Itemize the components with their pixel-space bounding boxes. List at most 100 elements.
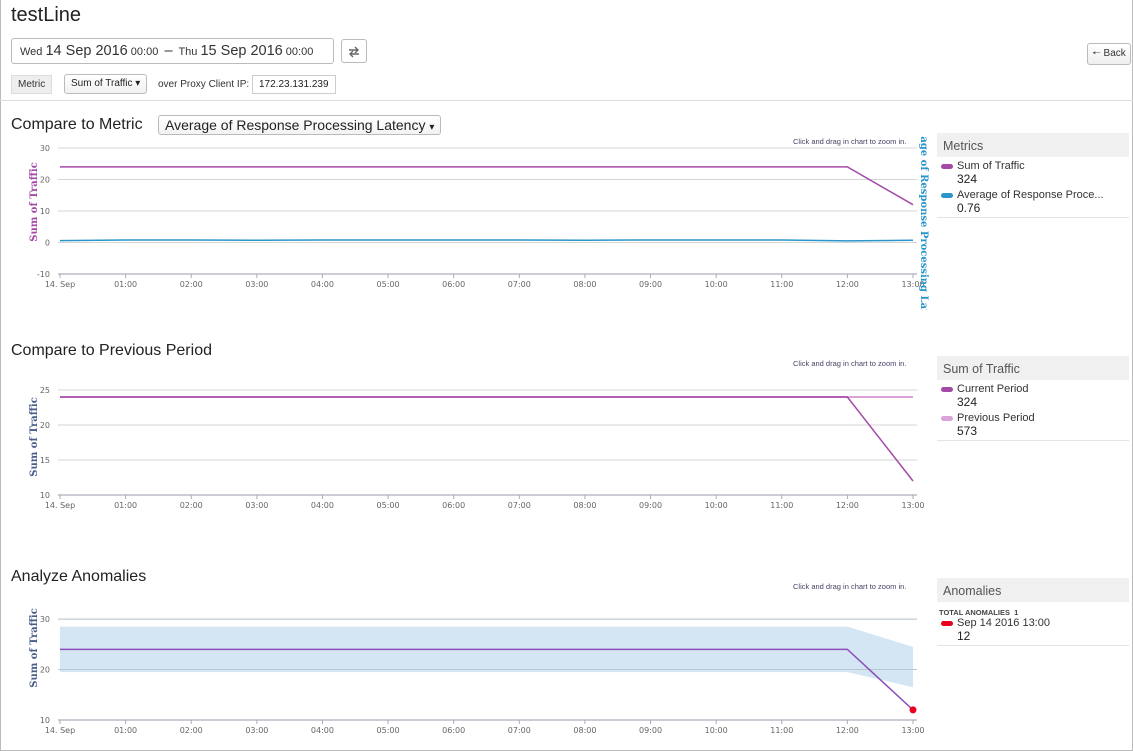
swap-button[interactable] [341,39,367,63]
legend-item-previous-period[interactable]: Previous Period 573 [937,412,1129,438]
x-tick-label: 06:00 [442,726,465,735]
date-from-day: Wed [20,46,43,58]
x-tick-label: 08:00 [573,726,596,735]
x-tick-label: 06:00 [442,280,465,289]
legend-item-value: 324 [957,395,978,409]
back-button[interactable]: 🠔 Back [1087,43,1131,65]
y-tick-label: 10 [40,207,50,216]
metrics-legend: Metrics Sum of Traffic 324 Average of Re… [937,133,1129,218]
date-from-time: 00:00 [130,46,159,58]
total-anomalies-label: TOTAL ANOMALIES [939,608,1010,617]
y-tick-label: 30 [40,615,50,624]
date-to-time: 00:00 [285,46,314,58]
date-to: 15 Sep 2016 [200,43,283,59]
legend-item-label: Average of Response Proce... [957,189,1104,201]
x-tick-label: 02:00 [180,501,203,510]
date-separator: – [164,43,173,59]
x-tick-label: 07:00 [508,726,531,735]
y-tick-label: 20 [40,176,50,185]
x-tick-label: 10:00 [705,280,728,289]
y-tick-label: 10 [40,491,50,500]
back-arrow-icon: 🠔 [1092,48,1101,59]
y-tick-label: 20 [40,421,50,430]
x-tick-label: 01:00 [114,280,137,289]
y-axis-label: Sum of Traffic [29,608,40,688]
x-tick-label: 03:00 [245,501,268,510]
legend-item-value: 324 [957,172,978,186]
y-tick-label: 25 [40,386,50,395]
x-tick-label: 08:00 [573,501,596,510]
legend-swatch [941,193,953,198]
x-tick-label: 11:00 [770,501,793,510]
x-tick-label: 03:00 [245,726,268,735]
compare-metric-chart[interactable]: -10 0 10 20 30 14. Sep 01:00 02:00 03:00 04:00 05:… [0,130,930,310]
legend-item-label: Previous Period [957,412,1035,424]
series-line-current-period [60,396,914,482]
back-label: Back [1103,48,1126,59]
total-anomalies: TOTAL ANOMALIES 1 [939,608,1129,617]
x-tick-label: 11:00 [770,280,793,289]
legend-swatch [941,416,953,421]
legend-item-value: 12 [957,629,971,643]
x-tick-label: 02:00 [180,280,203,289]
date-range-picker[interactable]: Wed 14 Sep 2016 00:00 – Thu 15 Sep 2016 … [11,38,334,64]
x-tick-label: 01:00 [114,501,137,510]
legend-item-sum-of-traffic[interactable]: Sum of Traffic 324 [937,160,1129,186]
metric-label: Metric [11,75,53,94]
x-tick-label: 05:00 [377,280,400,289]
total-anomalies-count: 1 [1014,608,1019,617]
x-tick-label: 13:00 [901,726,924,735]
swap-icon [349,46,359,58]
legend-swatch [941,164,953,169]
x-tick-label: 04:00 [311,280,334,289]
x-tick-label: 11:00 [770,726,793,735]
legend-divider [937,217,1129,218]
series-line-average-of-response-processing-latency [59,239,914,242]
x-tick-label: 04:00 [311,726,334,735]
x-tick-label: 13:00 [901,501,924,510]
anomaly-point [909,706,917,714]
x-tick-label: 10:00 [705,501,728,510]
date-from: 14 Sep 2016 [45,43,128,59]
expected-range-band [60,626,913,688]
metric-select[interactable]: Sum of Traffic ▾ [64,74,148,94]
x-tick-label: 09:00 [639,726,662,735]
legend-item-anomaly[interactable]: Sep 14 2016 13:00 12 [937,617,1129,643]
page-title: testLine [11,4,82,26]
legend-divider [937,645,1129,646]
legend-divider [937,440,1129,441]
y-axis-label: Sum of Traffic [29,397,40,477]
legend-item-avg-latency[interactable]: Average of Response Proce... 0.76 [937,189,1129,215]
x-tick-label: 09:00 [639,501,662,510]
legend-swatch [941,387,953,392]
legend-swatch [941,621,953,626]
x-tick-label: 04:00 [311,501,334,510]
sum-of-traffic-legend: Sum of Traffic Current Period 324 Previo… [937,356,1129,441]
x-tick-label: 03:00 [245,280,268,289]
anomalies-legend: Anomalies TOTAL ANOMALIES 1 Sep 14 2016 … [937,578,1129,646]
analyze-anomalies-chart[interactable]: 10 20 30 14. Sep 01:00 02:00 03:00 04:00 05:00 06… [0,590,930,745]
legend-title: Anomalies [937,578,1129,602]
legend-item-current-period[interactable]: Current Period 324 [937,383,1129,409]
y2-axis-label: age of Response Processing Lat [918,136,929,310]
legend-item-value: 573 [957,424,978,438]
x-tick-label: 07:00 [508,280,531,289]
compare-previous-chart[interactable]: 10 15 20 25 14. Sep 01:00 02:00 03:00 04:00 05:00… [0,355,930,515]
y-axis-label: Sum of Traffic [29,162,40,242]
over-proxy-label: over Proxy Client IP: [158,79,250,90]
x-tick-label: 05:00 [377,726,400,735]
y-tick-label: 10 [40,716,50,725]
x-tick-label: 14. Sep [45,280,75,289]
date-to-day: Thu [178,46,198,58]
y-tick-label: 0 [45,239,50,248]
y-tick-label: -10 [37,270,50,279]
x-tick-label: 02:00 [180,726,203,735]
y-tick-label: 30 [40,144,50,153]
x-tick-label: 12:00 [836,501,859,510]
x-tick-label: 07:00 [508,501,531,510]
series-line-sum-of-traffic [60,166,914,206]
x-tick-label: 14. Sep [45,501,75,510]
proxy-ip-value[interactable]: 172.23.131.239 [252,75,336,94]
legend-title: Sum of Traffic [937,356,1129,380]
legend-title: Metrics [937,133,1129,157]
